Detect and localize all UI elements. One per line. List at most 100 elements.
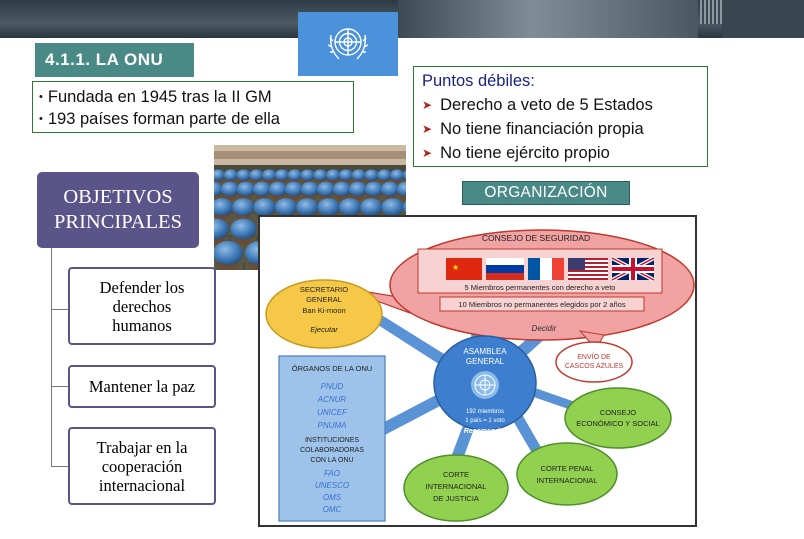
helmet xyxy=(339,198,361,216)
bullet-icon: • xyxy=(39,113,43,125)
security-council-title: CONSEJO DE SEGURIDAD xyxy=(482,233,590,243)
weak-point-item: ➤ No tiene financiación propia xyxy=(422,117,699,141)
non-permanent-members-text: 10 Miembros no permanentes elegidos por … xyxy=(458,300,625,309)
peacekeepers-text: ENVÍO DE xyxy=(577,352,611,361)
ecosoc-node: CONSEJO ECONÓMICO Y SOCIAL xyxy=(564,387,672,449)
france-flag-icon xyxy=(528,258,564,280)
organs-subtitle: INSTITUCIONES xyxy=(305,437,359,444)
secretary-title: SECRETARIO xyxy=(300,285,348,294)
organ-name: UNICEF xyxy=(317,408,348,417)
helmet xyxy=(275,169,289,181)
helmet xyxy=(287,169,302,181)
objective-text: derechos xyxy=(112,296,172,316)
helmet xyxy=(381,181,399,197)
helmet xyxy=(230,218,257,240)
ecosoc-text: ECONÓMICO Y SOCIAL xyxy=(576,419,660,428)
helmet xyxy=(262,169,277,181)
helmet xyxy=(317,198,340,216)
secretary-name: Ban Ki-moon xyxy=(302,306,345,315)
helmet xyxy=(232,198,255,216)
section-title: 4.1.1. LA ONU xyxy=(35,43,194,77)
organ-name: OMS xyxy=(323,493,342,502)
icj-node: CORTE INTERNACIONAL DE JUSTICIA xyxy=(403,454,509,522)
helmet xyxy=(275,198,297,216)
helmet xyxy=(381,198,404,216)
helmet xyxy=(249,169,264,181)
organization-label: ORGANIZACIÓN xyxy=(462,181,630,205)
secretary-title: GENERAL xyxy=(306,295,342,304)
helmet xyxy=(339,169,353,181)
organ-name: PNUMA xyxy=(318,421,347,430)
organization-diagram: CONSEJO DE SEGURIDAD ★ 5 Miembros perman… xyxy=(258,215,697,527)
weak-point-item: ➤ No tiene ejército propio xyxy=(422,141,699,165)
secretary-role: Ejecutar xyxy=(310,325,338,334)
organ-name: PNUD xyxy=(321,382,344,391)
un-emblem-icon xyxy=(471,371,499,399)
assembly-members: 192 miembros xyxy=(466,409,504,415)
permanent-members-text: 5 Miembros permanentes con derecho a vet… xyxy=(465,283,616,292)
helmet xyxy=(390,169,405,181)
helmet xyxy=(300,169,315,181)
uk-flag-icon xyxy=(611,256,655,282)
objective-text: cooperación xyxy=(101,456,183,476)
assembly-title: ASAMBLEA xyxy=(463,347,507,356)
chevron-right-icon: ➤ xyxy=(422,122,433,136)
assembly-role: Recomendar xyxy=(464,428,508,435)
helmet xyxy=(326,169,341,181)
chevron-right-icon: ➤ xyxy=(422,98,433,112)
un-flag xyxy=(298,12,398,76)
helmet xyxy=(365,181,383,197)
helmet xyxy=(301,181,319,197)
fact-item: • Fundada en 1945 tras la II GM xyxy=(39,86,347,108)
title-bar-end xyxy=(722,0,804,38)
helmet xyxy=(349,181,367,197)
weak-point-text: No tiene financiación propia xyxy=(440,120,644,138)
organs-title: ÓRGANOS DE LA ONU xyxy=(292,364,372,373)
tree-connector xyxy=(51,466,68,467)
helmet xyxy=(236,169,251,181)
helmet xyxy=(214,241,243,265)
helmet xyxy=(364,169,379,181)
helmet xyxy=(296,198,319,216)
un-organs-node: ÓRGANOS DE LA ONU PNUD ACNUR UNICEF PNUM… xyxy=(278,355,386,522)
svg-text:★: ★ xyxy=(452,263,459,272)
objective-text: internacional xyxy=(98,475,186,495)
objective-text: Mantener la paz xyxy=(88,377,196,396)
helmet xyxy=(351,169,366,181)
helmet xyxy=(253,181,271,197)
title-bar-highlight xyxy=(398,0,698,38)
organ-name: ACNUR xyxy=(317,395,347,404)
assembly-title: GENERAL xyxy=(466,357,505,366)
ecosoc-text: CONSEJO xyxy=(600,408,636,417)
objective-text: humanos xyxy=(112,315,172,335)
helmet xyxy=(313,169,328,181)
organ-name: UNESCO xyxy=(315,481,349,490)
criminal-court-node: CORTE PENAL INTERNACIONAL xyxy=(516,442,618,506)
helmet xyxy=(221,181,239,197)
helmet xyxy=(237,181,255,197)
objectives-title-line: PRINCIPALES xyxy=(54,211,182,233)
objective-keep-peace: Mantener la paz xyxy=(68,365,216,408)
chevron-right-icon: ➤ xyxy=(422,146,433,160)
helmet xyxy=(360,198,383,216)
objective-human-rights: Defender los derechos humanos xyxy=(68,267,216,345)
fact-text: 193 países forman parte de ella xyxy=(47,110,280,128)
usa-flag-icon xyxy=(568,258,608,280)
helmet xyxy=(253,198,276,216)
russia-flag-icon xyxy=(486,258,524,280)
helmet xyxy=(317,181,335,197)
un-emblem-icon xyxy=(327,28,369,60)
objective-cooperation: Trabajar en la cooperación internacional xyxy=(68,427,216,505)
icj-text: INTERNACIONAL xyxy=(426,482,487,491)
organs-subtitle: CON LA ONU xyxy=(310,457,353,464)
tree-connector xyxy=(51,248,52,466)
title-bar-grip xyxy=(700,0,722,24)
criminal-court-text: CORTE PENAL xyxy=(541,464,594,473)
objectives-title-line: OBJETIVOS xyxy=(63,186,173,208)
helmet xyxy=(333,181,351,197)
facts-box: • Fundada en 1945 tras la II GM • 193 país… xyxy=(32,81,354,133)
helmet xyxy=(223,169,238,181)
helmet xyxy=(269,181,287,197)
bullet-icon: • xyxy=(39,91,43,103)
icj-text: CORTE xyxy=(443,470,469,479)
